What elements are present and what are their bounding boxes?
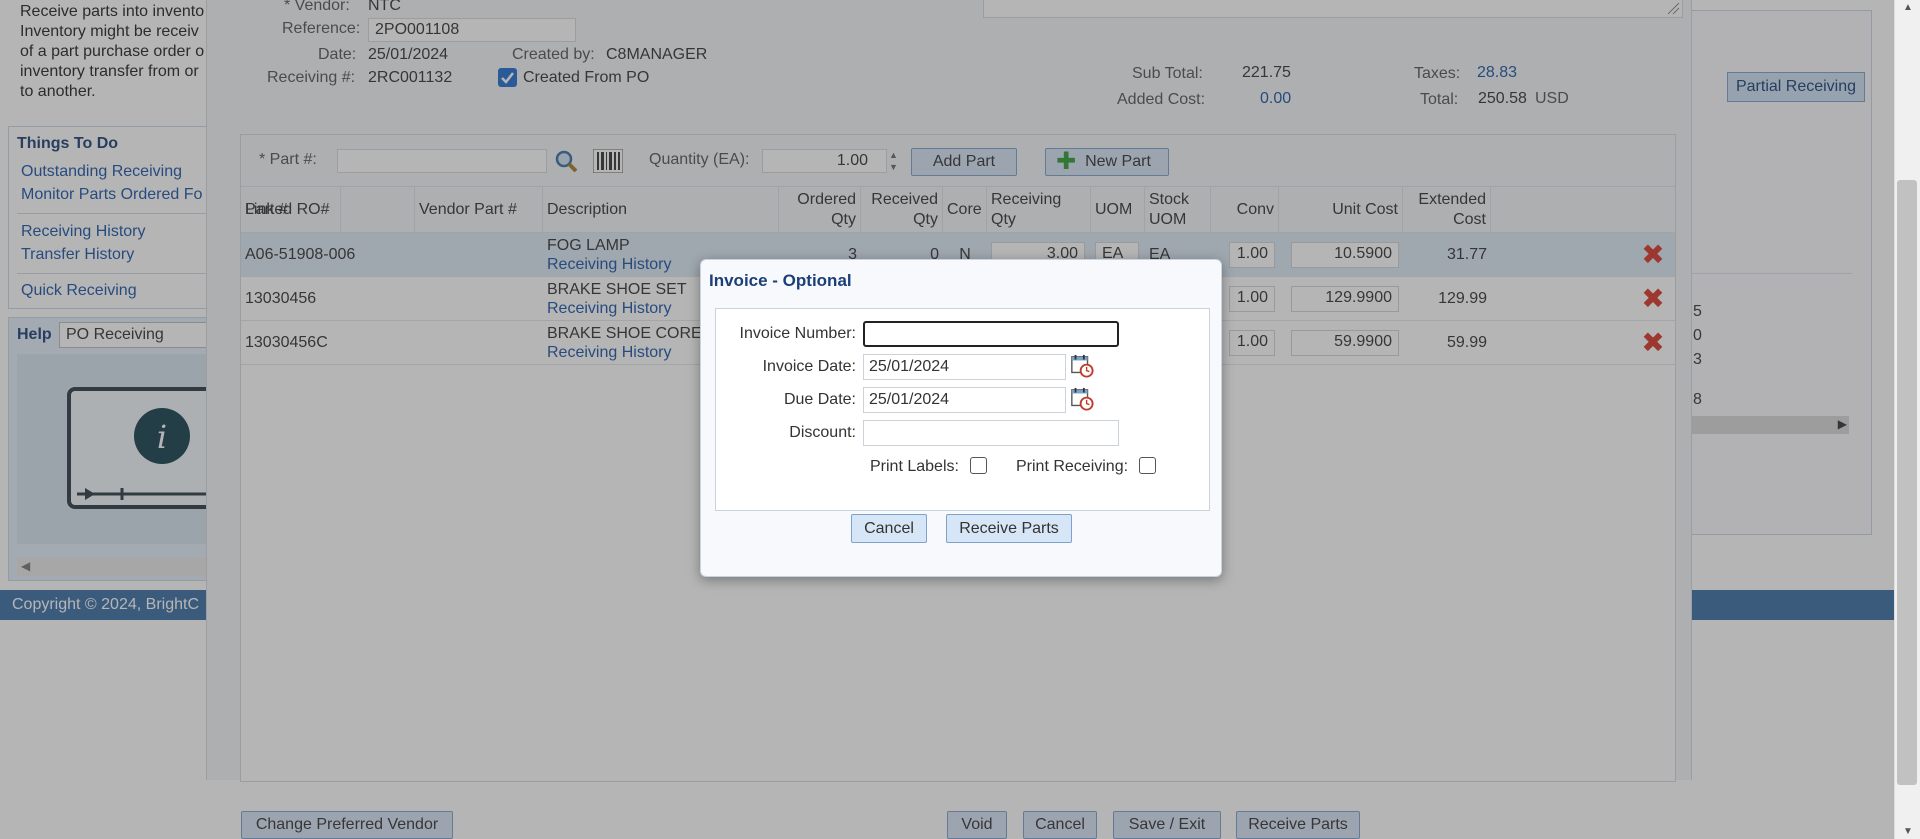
invoice-form: Invoice Number: Invoice Date: 25/01/2024… xyxy=(715,308,1210,511)
invoice-dialog: Invoice - Optional Invoice Number: Invoi… xyxy=(700,259,1222,577)
calendar-icon[interactable] xyxy=(1070,354,1094,378)
discount-label: Discount: xyxy=(789,424,856,441)
dialog-title: Invoice - Optional xyxy=(709,271,852,290)
print-labels-label: Print Labels: xyxy=(870,458,959,475)
discount-input[interactable] xyxy=(863,420,1119,446)
dialog-cancel-button[interactable]: Cancel xyxy=(851,514,927,543)
page-scrollbar-thumb[interactable] xyxy=(1897,180,1917,785)
print-labels-checkbox[interactable] xyxy=(970,457,987,474)
scroll-up-icon[interactable]: ▲ xyxy=(1903,2,1913,13)
calendar-icon[interactable] xyxy=(1070,387,1094,411)
invoice-date-input[interactable]: 25/01/2024 xyxy=(863,354,1066,380)
invoice-date-label: Invoice Date: xyxy=(762,358,856,375)
invoice-number-input[interactable] xyxy=(863,321,1119,347)
print-receiving-checkbox[interactable] xyxy=(1139,457,1156,474)
due-date-label: Due Date: xyxy=(783,391,856,408)
print-receiving-label: Print Receiving: xyxy=(1016,458,1129,475)
scroll-down-icon[interactable]: ▼ xyxy=(1903,826,1913,837)
invoice-number-label: Invoice Number: xyxy=(739,325,857,342)
dialog-receive-parts-button[interactable]: Receive Parts xyxy=(946,514,1072,543)
due-date-input[interactable]: 25/01/2024 xyxy=(863,387,1066,413)
